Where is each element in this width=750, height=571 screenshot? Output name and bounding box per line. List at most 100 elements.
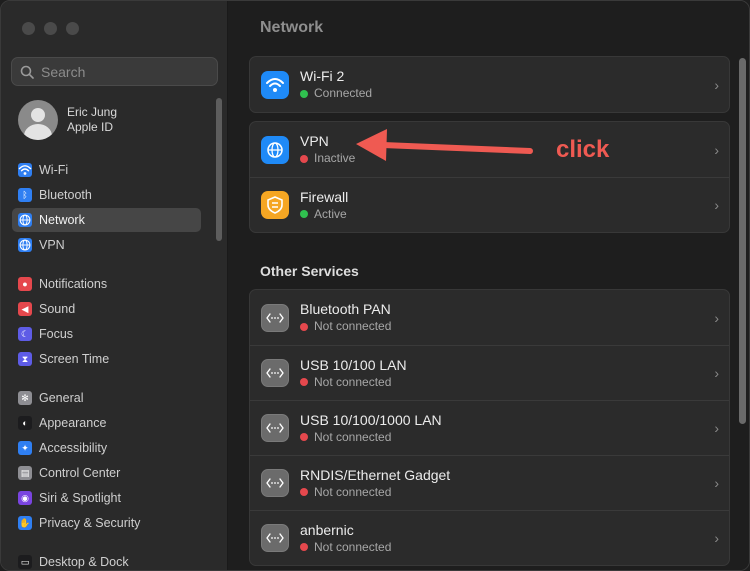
main-scrollbar[interactable] bbox=[739, 58, 746, 424]
sidebar-item-label: Privacy & Security bbox=[39, 516, 141, 530]
sidebar-item-privacy-security[interactable]: ✋ Privacy & Security bbox=[12, 511, 201, 535]
service-name: USB 10/100 LAN bbox=[300, 356, 407, 373]
service-name: Bluetooth PAN bbox=[300, 301, 391, 317]
wifi-icon bbox=[18, 163, 32, 177]
bell-icon: ● bbox=[18, 277, 32, 291]
gear-icon: ✻ bbox=[18, 391, 32, 405]
bluetooth-icon: ᛒ bbox=[18, 188, 32, 202]
sidebar-item-vpn[interactable]: VPN bbox=[12, 233, 201, 257]
hand-icon: ✋ bbox=[18, 516, 32, 530]
service-name: USB 10/100/1000 LAN bbox=[300, 411, 442, 428]
minimize-window-button[interactable] bbox=[44, 22, 57, 35]
sidebar-item-label: Screen Time bbox=[39, 352, 110, 366]
service-row-anbernic[interactable]: anbernic Not connected › bbox=[250, 510, 729, 565]
service-row-vpn[interactable]: VPN Inactive › bbox=[250, 122, 729, 177]
chevron-right-icon: › bbox=[714, 197, 719, 213]
service-name: VPN bbox=[300, 133, 329, 149]
other-services-title: Other Services bbox=[260, 263, 359, 279]
sidebar-item-control-center[interactable]: ▤ Control Center bbox=[12, 461, 201, 485]
sidebar-item-appearance[interactable]: ◐ Appearance bbox=[12, 411, 201, 435]
zoom-window-button[interactable] bbox=[66, 22, 79, 35]
sidebar-item-label: General bbox=[39, 391, 84, 405]
sidebar-item-label: Bluetooth bbox=[39, 188, 92, 202]
primary-services-card: Wi-Fi 2 Connected › bbox=[249, 56, 730, 113]
status-dot bbox=[300, 543, 308, 551]
sidebar-scrollbar[interactable] bbox=[216, 98, 222, 241]
service-status-text: Not connected bbox=[314, 374, 392, 389]
service-row-firewall[interactable]: Firewall Active › bbox=[250, 177, 729, 232]
chevron-right-icon: › bbox=[714, 475, 719, 491]
appearance-icon: ◐ bbox=[18, 416, 32, 430]
sidebar-item-general[interactable]: ✻ General bbox=[12, 386, 201, 410]
service-status: Not connected bbox=[300, 540, 391, 555]
ethernet-icon bbox=[261, 359, 289, 387]
sidebar-item-label: Control Center bbox=[39, 466, 121, 480]
service-row-usb-10-100-lan[interactable]: USB 10/100 LAN Not connected › bbox=[250, 345, 729, 400]
ethernet-icon bbox=[261, 469, 289, 497]
sidebar-item-label: Notifications bbox=[39, 277, 108, 291]
service-status-text: Inactive bbox=[314, 151, 356, 165]
status-dot bbox=[300, 210, 308, 218]
sidebar-item-label: Wi-Fi bbox=[39, 163, 69, 177]
ethernet-icon bbox=[261, 524, 289, 552]
service-status: Not connected bbox=[300, 375, 407, 390]
service-status: Not connected bbox=[300, 319, 391, 334]
sidebar-item-sound[interactable]: ◀ Sound bbox=[12, 297, 201, 321]
service-status: Connected bbox=[300, 86, 372, 101]
hourglass-icon: ⧗ bbox=[18, 352, 32, 366]
service-status-text: Not connected bbox=[314, 429, 392, 444]
service-row-wi-fi-2[interactable]: Wi-Fi 2 Connected › bbox=[250, 57, 729, 112]
sidebar-item-accessibility[interactable]: ✦ Accessibility bbox=[12, 436, 201, 460]
sidebar-item-focus[interactable]: ☾ Focus bbox=[12, 322, 201, 346]
sidebar-item-label: Network bbox=[39, 213, 85, 227]
sidebar-item-label: Focus bbox=[39, 327, 74, 341]
status-dot bbox=[300, 433, 308, 441]
accessibility-icon: ✦ bbox=[18, 441, 32, 455]
apple-id-account[interactable]: Eric Jung Apple ID bbox=[18, 100, 117, 140]
globe-icon bbox=[18, 213, 32, 227]
service-row-bluetooth-pan[interactable]: Bluetooth PAN Not connected › bbox=[250, 290, 729, 345]
service-status-text: Not connected bbox=[314, 319, 392, 333]
status-dot bbox=[300, 89, 308, 98]
service-status: Inactive bbox=[300, 151, 355, 166]
sidebar-item-network[interactable]: Network bbox=[12, 208, 201, 232]
sidebar-item-label: Accessibility bbox=[39, 441, 108, 455]
wifi-icon bbox=[261, 70, 289, 99]
avatar bbox=[18, 100, 58, 140]
annotation-click-label: click bbox=[556, 136, 610, 163]
sidebar-item-notifications[interactable]: ● Notifications bbox=[12, 272, 201, 296]
page-title: Network bbox=[260, 19, 324, 36]
security-services-card: VPN Inactive › Firewall Active › bbox=[249, 121, 730, 233]
siri-icon: ◉ bbox=[18, 491, 32, 505]
service-status-text: Not connected bbox=[314, 539, 392, 554]
service-row-usb-10-100-1000-lan[interactable]: USB 10/100/1000 LAN Not connected › bbox=[250, 400, 729, 455]
chevron-right-icon: › bbox=[714, 530, 719, 546]
sidebar-item-wi-fi[interactable]: Wi-Fi bbox=[12, 158, 201, 182]
service-name: Wi-Fi 2 bbox=[300, 68, 345, 84]
sidebar-item-desktop-dock[interactable]: ▭ Desktop & Dock bbox=[12, 550, 201, 570]
service-status-text: Connected bbox=[314, 86, 373, 100]
status-dot bbox=[300, 378, 308, 386]
search-field[interactable] bbox=[11, 57, 218, 86]
chevron-right-icon: › bbox=[714, 309, 719, 326]
sidebar-item-siri-spotlight[interactable]: ◉ Siri & Spotlight bbox=[12, 486, 201, 510]
window-controls bbox=[22, 22, 79, 35]
sidebar-item-label: VPN bbox=[39, 238, 65, 252]
status-dot bbox=[300, 322, 308, 331]
chevron-right-icon: › bbox=[714, 420, 719, 436]
sidebar-item-label: Sound bbox=[39, 302, 76, 316]
speaker-icon: ◀ bbox=[18, 302, 32, 316]
chevron-right-icon: › bbox=[714, 76, 719, 93]
service-row-rndis-ethernet-gadget[interactable]: RNDIS/Ethernet Gadget Not connected › bbox=[250, 455, 729, 510]
search-input[interactable] bbox=[41, 63, 211, 80]
service-status: Not connected bbox=[300, 485, 450, 500]
ethernet-icon bbox=[261, 303, 289, 332]
close-window-button[interactable] bbox=[22, 22, 35, 35]
sidebar-item-screen-time[interactable]: ⧗ Screen Time bbox=[12, 347, 201, 371]
service-status: Not connected bbox=[300, 430, 442, 445]
moon-icon: ☾ bbox=[18, 327, 32, 341]
control-center-icon: ▤ bbox=[18, 466, 32, 480]
sidebar-item-label: Desktop & Dock bbox=[39, 555, 129, 569]
sidebar-item-bluetooth[interactable]: ᛒ Bluetooth bbox=[12, 183, 201, 207]
service-status-text: Not connected bbox=[314, 484, 392, 499]
